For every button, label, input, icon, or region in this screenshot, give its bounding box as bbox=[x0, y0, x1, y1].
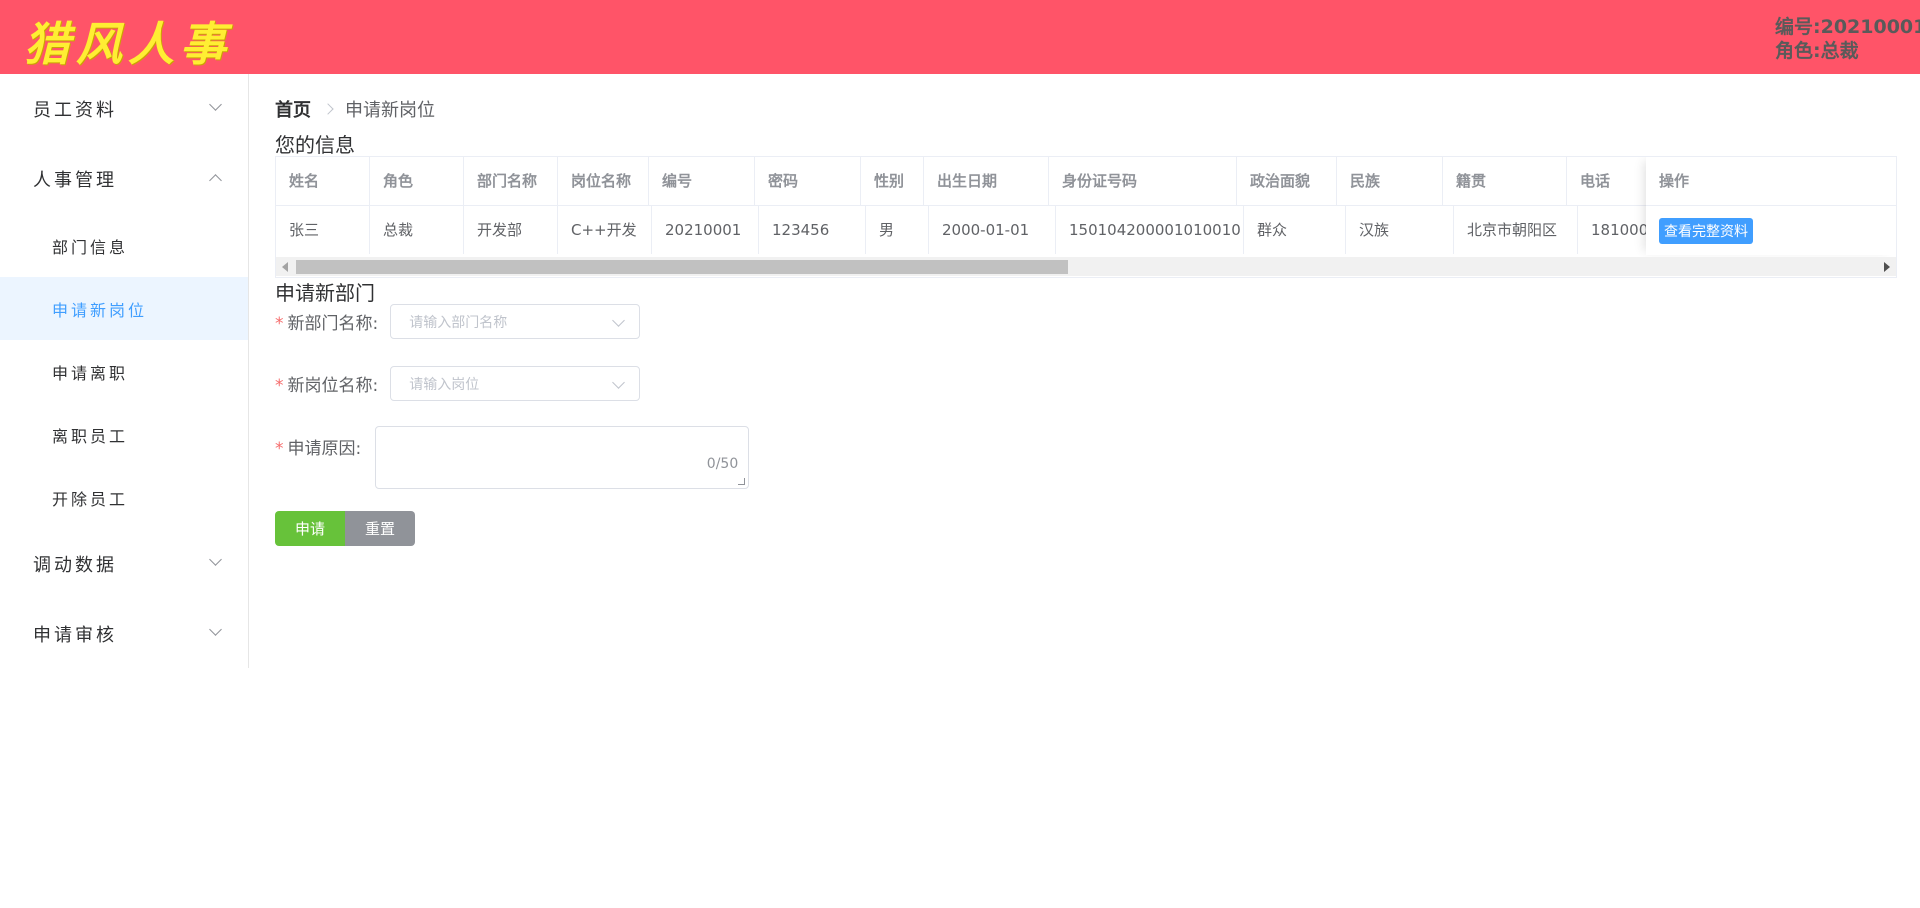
user-info: 编号:20210001 角色:总裁 bbox=[1775, 15, 1920, 63]
app-header: 猎风人事 编号:20210001 角色:总裁 bbox=[0, 0, 1920, 74]
table-header-cell: 部门名称 bbox=[464, 157, 558, 205]
sidebar-item-label: 部门信息 bbox=[52, 237, 129, 257]
scroll-left-arrow-icon[interactable] bbox=[282, 262, 288, 272]
reason-label: * 申请原因: bbox=[275, 434, 361, 459]
table-action-cell: 查看完整资料 bbox=[1646, 206, 1896, 255]
table-cell-password: 123456 bbox=[759, 206, 866, 254]
table-cell-department: 开发部 bbox=[464, 206, 558, 254]
user-role-text: 角色:总裁 bbox=[1775, 40, 1859, 62]
form-section-title: 申请新部门 bbox=[275, 281, 375, 305]
table-cell-gender: 男 bbox=[866, 206, 929, 254]
sidebar-item-label: 申请新岗位 bbox=[52, 300, 148, 320]
table-cell-id: 20210001 bbox=[652, 206, 759, 254]
table-header-cell: 密码 bbox=[755, 157, 861, 205]
menu-group-transfer-data[interactable]: 调动数据 bbox=[0, 529, 248, 599]
chevron-down-icon bbox=[209, 98, 222, 111]
table-header-cell: 岗位名称 bbox=[558, 157, 649, 205]
menu-group-hr-management[interactable]: 人事管理 bbox=[0, 144, 248, 214]
label-text: 申请原因: bbox=[287, 439, 362, 459]
reason-textarea[interactable] bbox=[376, 427, 749, 488]
sidebar-item-label: 申请离职 bbox=[52, 363, 129, 383]
table-header-cell: 姓名 bbox=[276, 157, 370, 205]
menu-group-employee-info[interactable]: 员工资料 bbox=[0, 74, 248, 144]
sidebar-item-resigned-employees[interactable]: 离职员工 bbox=[0, 403, 248, 466]
chevron-down-icon bbox=[209, 553, 222, 566]
menu-group-label: 人事管理 bbox=[33, 170, 117, 191]
table-fixed-action-column: 操作 查看完整资料 bbox=[1646, 157, 1896, 255]
new-post-input[interactable] bbox=[391, 367, 612, 402]
scrollbar-thumb[interactable] bbox=[296, 260, 1068, 274]
table-cell-name: 张三 bbox=[276, 206, 370, 254]
new-post-label: * 新岗位名称: bbox=[275, 371, 378, 396]
table-cell-ethnicity: 汉族 bbox=[1346, 206, 1454, 254]
sidebar-item-label: 离职员工 bbox=[52, 426, 129, 446]
breadcrumb: 首页 申请新岗位 bbox=[275, 96, 435, 122]
table-header-cell: 编号 bbox=[649, 157, 755, 205]
reason-char-counter: 0/50 bbox=[706, 456, 739, 472]
breadcrumb-home-link[interactable]: 首页 bbox=[275, 96, 311, 122]
menu-group-label: 调动数据 bbox=[33, 555, 117, 576]
menu-group-label: 员工资料 bbox=[33, 100, 117, 121]
table-header-cell: 籍贯 bbox=[1443, 157, 1567, 205]
table-horizontal-scrollbar[interactable] bbox=[276, 257, 1896, 276]
breadcrumb-current: 申请新岗位 bbox=[345, 100, 435, 121]
reset-button[interactable]: 重置 bbox=[345, 511, 415, 546]
table-header-cell: 政治面貌 bbox=[1237, 157, 1337, 205]
menu-group-application-review[interactable]: 申请审核 bbox=[0, 599, 248, 669]
submit-button[interactable]: 申请 bbox=[275, 511, 345, 546]
table-header-cell: 身份证号码 bbox=[1049, 157, 1237, 205]
label-text: 新岗位名称: bbox=[287, 376, 379, 396]
table-cell-political-status: 群众 bbox=[1244, 206, 1346, 254]
user-id-text: 编号:20210001 bbox=[1775, 16, 1920, 38]
reason-row: * 申请原因: 0/50 bbox=[275, 426, 750, 489]
new-post-row: * 新岗位名称: bbox=[275, 366, 641, 402]
table-cell-hometown: 北京市朝阳区 bbox=[1454, 206, 1578, 254]
view-full-profile-button[interactable]: 查看完整资料 bbox=[1659, 217, 1753, 244]
table-header-cell: 民族 bbox=[1337, 157, 1443, 205]
chevron-right-icon bbox=[322, 103, 334, 115]
required-mark: * bbox=[275, 439, 284, 459]
app-logo: 猎风人事 bbox=[24, 17, 232, 71]
main-content: 首页 申请新岗位 您的信息 姓名 角色 部门名称 岗位名称 编号 密码 性别 出… bbox=[249, 74, 1920, 908]
table-header-cell: 角色 bbox=[370, 157, 464, 205]
table-cell-id-card: 150104200001010010 bbox=[1056, 206, 1244, 254]
table-cell-role: 总裁 bbox=[370, 206, 464, 254]
chevron-down-icon bbox=[612, 314, 626, 327]
resize-handle-icon[interactable] bbox=[738, 478, 746, 485]
chevron-up-icon bbox=[209, 174, 222, 187]
sidebar-item-fired-employees[interactable]: 开除员工 bbox=[0, 466, 248, 529]
new-department-input[interactable] bbox=[391, 305, 612, 340]
table-cell-birthdate: 2000-01-01 bbox=[929, 206, 1056, 254]
table-header-cell: 出生日期 bbox=[924, 157, 1049, 205]
new-department-row: * 新部门名称: bbox=[275, 304, 641, 340]
employee-info-table: 姓名 角色 部门名称 岗位名称 编号 密码 性别 出生日期 身份证号码 政治面貌… bbox=[275, 156, 1897, 278]
reason-textarea-wrapper: 0/50 bbox=[375, 426, 750, 489]
sidebar-item-apply-resign[interactable]: 申请离职 bbox=[0, 340, 248, 403]
info-section-title: 您的信息 bbox=[275, 133, 355, 157]
scroll-right-arrow-icon[interactable] bbox=[1884, 262, 1890, 272]
sidebar-item-apply-new-post[interactable]: 申请新岗位 bbox=[0, 277, 248, 340]
table-header-cell: 操作 bbox=[1646, 157, 1896, 206]
chevron-down-icon bbox=[612, 376, 626, 389]
required-mark: * bbox=[275, 314, 284, 334]
sidebar-item-label: 开除员工 bbox=[52, 489, 129, 509]
new-department-label: * 新部门名称: bbox=[275, 309, 378, 334]
chevron-down-icon bbox=[209, 623, 222, 636]
new-post-select[interactable] bbox=[390, 366, 641, 402]
table-cell-post: C++开发 bbox=[558, 206, 652, 254]
sidebar-item-department-info[interactable]: 部门信息 bbox=[0, 214, 248, 277]
form-button-group: 申请 重置 bbox=[275, 511, 415, 546]
required-mark: * bbox=[275, 376, 284, 396]
sidebar-menu: 员工资料 人事管理 部门信息 申请新岗位 申请离职 离职员工 开除员工 调动数据… bbox=[0, 74, 249, 668]
menu-group-label: 申请审核 bbox=[33, 625, 117, 646]
label-text: 新部门名称: bbox=[287, 314, 379, 334]
table-header-cell: 性别 bbox=[861, 157, 924, 205]
new-department-select[interactable] bbox=[390, 304, 641, 340]
